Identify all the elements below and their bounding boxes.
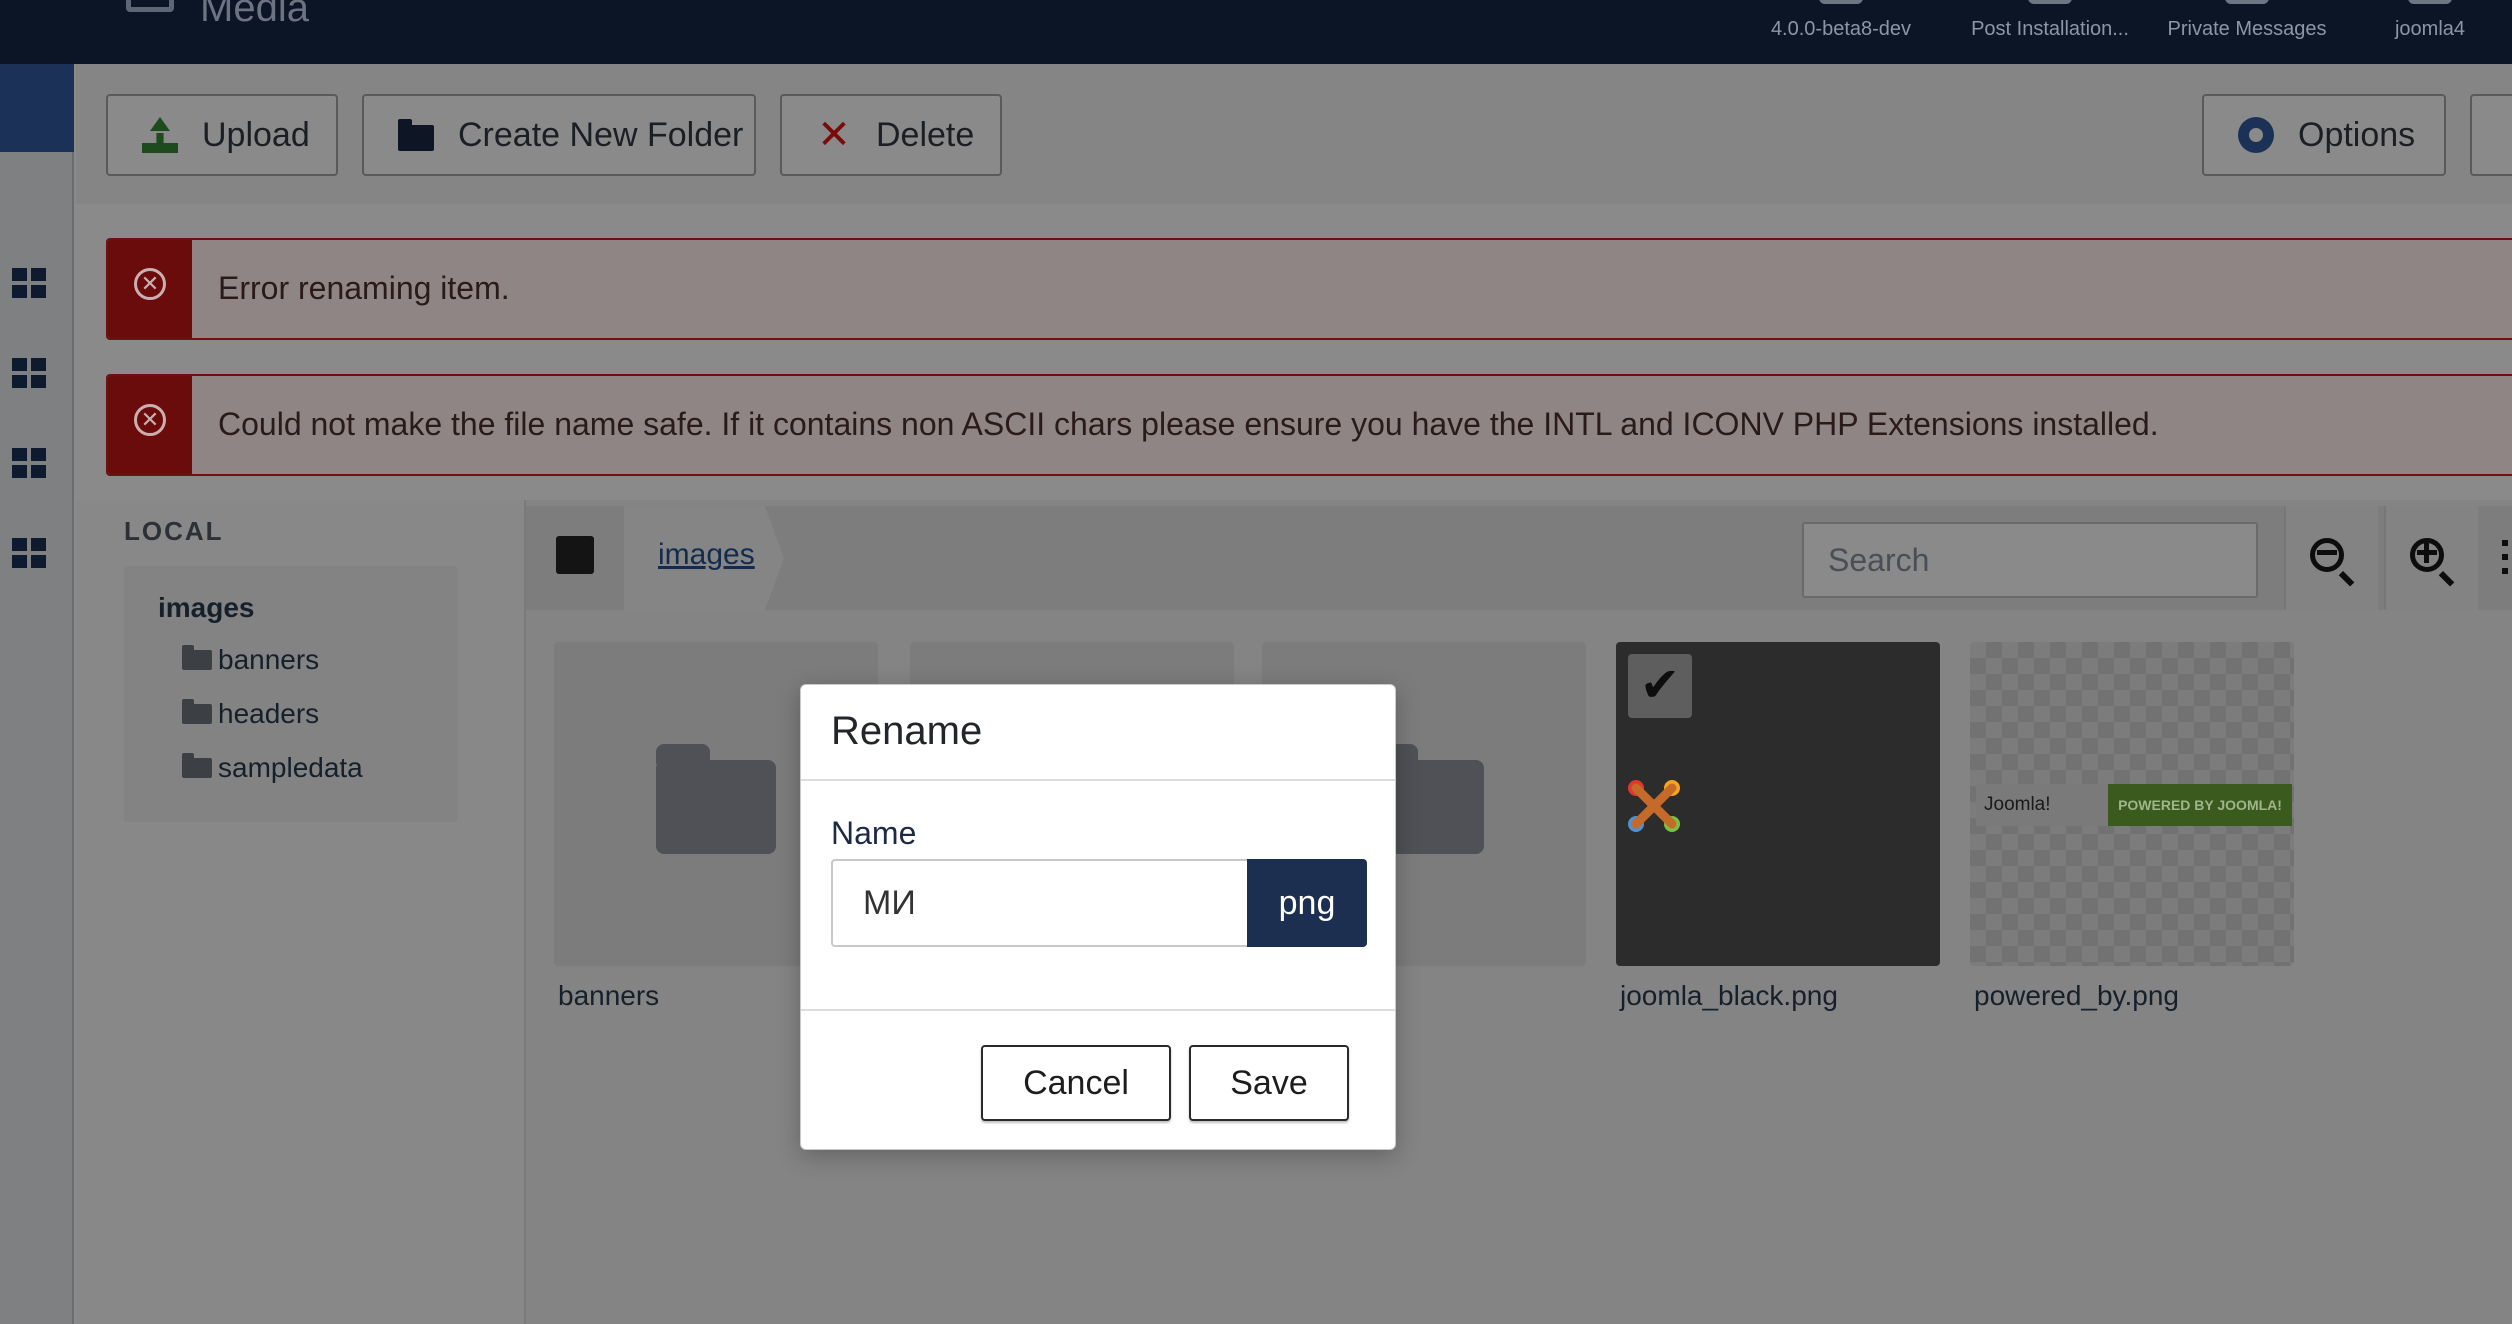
tree-item-banners[interactable]: banners [182, 644, 319, 676]
tree-item-label: sampledata [218, 752, 363, 783]
dashboard-icon[interactable] [12, 268, 46, 298]
folder-icon [182, 699, 212, 724]
powered-by-image: Joomla! POWERED BY JOOMLA! [1976, 784, 2292, 826]
cancel-button[interactable]: Cancel [981, 1045, 1171, 1121]
top-header: Media 4.0.0-beta8-dev Post Installation.… [0, 0, 2512, 64]
toolbar-overflow-button[interactable] [2470, 94, 2512, 176]
gear-icon [2238, 117, 2274, 153]
save-button[interactable]: Save [1189, 1045, 1349, 1121]
check-icon[interactable]: ✔ [1628, 654, 1692, 718]
alert-message: Error renaming item. [218, 270, 510, 306]
header-post-installation-label: Post Installation... [1971, 18, 2129, 40]
tile-label: banners [558, 980, 660, 1011]
close-icon: ✕ [817, 113, 851, 157]
delete-label: Delete [876, 115, 975, 154]
tree-root-images[interactable]: images [158, 592, 255, 624]
powered-by-badge: POWERED BY JOOMLA! [2108, 784, 2292, 826]
tree-item-label: headers [218, 698, 320, 729]
folder-icon [656, 744, 776, 854]
tree-heading: LOCAL [124, 516, 224, 546]
extension-addon: png [1247, 859, 1367, 947]
tree-item-headers[interactable]: headers [182, 698, 319, 730]
name-label: Name [831, 815, 917, 851]
divider [801, 1009, 1395, 1011]
bell-icon [2028, 0, 2072, 4]
rename-dialog: Rename Name png Cancel Save [800, 684, 1396, 1150]
breadcrumb-images[interactable]: images [658, 538, 755, 572]
joomla-icon [1819, 0, 1863, 4]
zoom-out-minus [2317, 550, 2337, 555]
error-circle-icon[interactable]: ✕ [134, 404, 166, 436]
search-input[interactable]: Search [1802, 522, 2258, 598]
user-icon [2408, 0, 2452, 4]
header-user-menu[interactable]: joomla4 [2370, 0, 2490, 64]
delete-button[interactable]: ✕ Delete [780, 94, 1002, 176]
page-title: Media [200, 0, 309, 30]
media-tile[interactable]: Joomla! POWERED BY JOOMLA! [1970, 642, 2294, 966]
options-label: Options [2298, 115, 2416, 154]
header-user-label: joomla4 [2394, 18, 2466, 40]
dialog-title: Rename [831, 709, 983, 753]
zoom-out-button[interactable] [2284, 506, 2378, 610]
upload-icon [142, 117, 178, 153]
media-tile-selected[interactable]: ✔ [1616, 642, 1940, 966]
alert-message: Could not make the file name safe. If it… [218, 406, 2159, 442]
sidebar [0, 64, 74, 1324]
folder-icon [182, 753, 212, 778]
folder-icon [182, 645, 212, 670]
zoom-in-button[interactable] [2384, 506, 2478, 610]
options-button[interactable]: Options [2202, 94, 2446, 176]
joomla-logo-icon [1628, 780, 1680, 832]
zoom-out-icon [2310, 538, 2344, 572]
header-private-messages[interactable]: Private Messages [2160, 0, 2334, 64]
create-folder-label: Create New Folder [458, 115, 744, 154]
more-options-icon[interactable] [2502, 540, 2508, 574]
header-version[interactable]: 4.0.0-beta8-dev [1760, 0, 1922, 64]
error-alert: ✕ Could not make the file name safe. If … [106, 374, 2512, 476]
envelope-icon [2225, 0, 2269, 4]
zoom-in-plus-v [2424, 543, 2429, 563]
upload-label: Upload [202, 115, 310, 154]
name-input[interactable] [831, 859, 1249, 947]
header-private-messages-label: Private Messages [2167, 18, 2327, 40]
tile-label: powered_by.png [1974, 980, 2179, 1011]
header-version-label: 4.0.0-beta8-dev [1770, 18, 1912, 40]
folder-icon [398, 119, 434, 151]
tile-label: joomla_black.png [1620, 980, 1838, 1011]
select-all-checkbox[interactable] [556, 536, 594, 574]
dashboard-icon[interactable] [12, 448, 46, 478]
upload-button[interactable]: Upload [106, 94, 338, 176]
sidebar-active-item[interactable] [0, 64, 74, 152]
toolbar: Upload Create New Folder ✕ Delete Option… [76, 64, 2512, 204]
media-icon [126, 0, 174, 12]
tree-item-label: banners [218, 644, 320, 675]
joomla-wordmark: Joomla! [1976, 784, 2108, 826]
error-alert: ✕ Error renaming item. [106, 238, 2512, 340]
dashboard-icon[interactable] [12, 538, 46, 568]
create-folder-button[interactable]: Create New Folder [362, 94, 756, 176]
tree-item-sampledata[interactable]: sampledata [182, 752, 363, 784]
header-post-installation[interactable]: Post Installation... [1960, 0, 2140, 64]
dashboard-icon[interactable] [12, 358, 46, 388]
error-circle-icon[interactable]: ✕ [134, 268, 166, 300]
divider [801, 779, 1395, 781]
